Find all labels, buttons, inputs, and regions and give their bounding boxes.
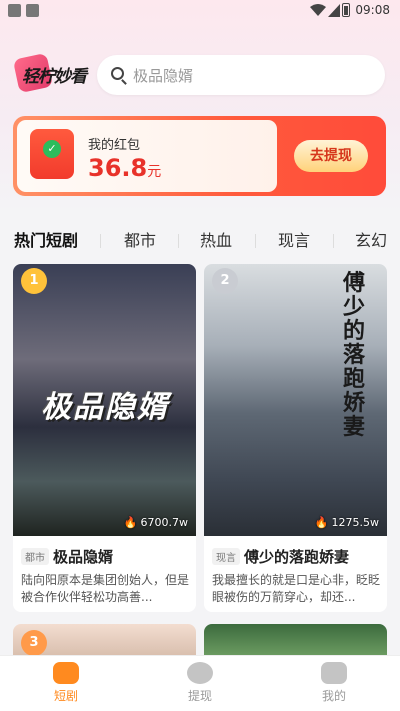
card-meta: 现言 傅少的落跑娇妻 xyxy=(212,546,382,567)
card-meta: 都市 极品隐婿 xyxy=(21,546,191,567)
drama-poster: 2 傅少的落跑娇妻 🔥 1275.5w xyxy=(204,264,387,536)
poster-title: 极品隐婿 xyxy=(41,390,169,425)
drama-description: 我最擅长的就是口是心非，眨眨眼被伤的万箭穿心，却还... xyxy=(212,573,380,604)
tab-divider xyxy=(178,234,179,248)
search-placeholder: 极品隐婿 xyxy=(133,67,194,85)
nav-withdraw[interactable]: 提现 xyxy=(160,662,240,704)
red-packet-icon: ✓ xyxy=(30,129,74,179)
rank-badge: 1 xyxy=(21,268,47,294)
bottom-nav: 短剧 提现 我的 xyxy=(0,655,400,711)
nav-label: 短剧 xyxy=(53,689,78,703)
wallet-card[interactable]: ✓ 我的红包 36.8元 去提现 xyxy=(13,116,386,196)
status-bar: 09:08 xyxy=(0,0,400,22)
tab-divider xyxy=(255,234,256,248)
drama-title: 极品隐婿 xyxy=(53,548,114,566)
wallet-unit: 元 xyxy=(147,164,162,180)
drama-card[interactable]: 1 极品隐婿 🔥 6700.7w 都市 极品隐婿 陆向阳原本是集团创始人，但是被合作… xyxy=(13,264,196,612)
poster-title: 傅少的落跑娇妻 xyxy=(343,271,366,440)
nav-profile[interactable]: 我的 xyxy=(294,662,374,704)
fire-icon: 🔥 xyxy=(314,516,329,529)
battery-icon xyxy=(342,3,350,17)
nav-drama[interactable]: 短剧 xyxy=(26,662,106,704)
logo-text: 轻柠妙看 xyxy=(22,67,87,87)
tab-city[interactable]: 都市 xyxy=(124,227,156,251)
view-count-value: 1275.5w xyxy=(331,516,380,529)
tab-divider xyxy=(100,234,101,248)
tab-romance[interactable]: 现言 xyxy=(278,227,310,251)
wallet-icon xyxy=(187,662,213,684)
fire-icon: 🔥 xyxy=(123,516,138,529)
check-seal-icon: ✓ xyxy=(43,140,61,158)
signal-icon xyxy=(328,4,340,17)
category-tabs: 热门短剧 都市 热血 现言 玄幻 xyxy=(0,222,400,256)
view-count: 🔥 1275.5w xyxy=(315,516,379,529)
drama-poster: 1 极品隐婿 🔥 6700.7w xyxy=(13,264,196,536)
play-icon xyxy=(53,662,79,684)
tab-hot[interactable]: 热门短剧 xyxy=(14,227,78,251)
genre-tag: 都市 xyxy=(21,548,49,565)
tab-passion[interactable]: 热血 xyxy=(200,227,232,251)
wifi-icon xyxy=(310,4,326,16)
view-count-value: 6700.7w xyxy=(140,516,189,529)
wallet-label: 我的红包 xyxy=(88,138,141,153)
drama-title: 傅少的落跑娇妻 xyxy=(244,548,350,566)
notification-icon xyxy=(8,4,21,17)
nav-label: 提现 xyxy=(187,689,212,703)
withdraw-button[interactable]: 去提现 xyxy=(294,140,368,172)
rank-badge: 2 xyxy=(212,268,238,294)
profile-icon xyxy=(321,662,347,684)
genre-tag: 现言 xyxy=(212,548,240,565)
rank-badge: 3 xyxy=(21,630,47,656)
status-time: 09:08 xyxy=(355,3,390,17)
search-icon xyxy=(111,67,124,80)
drama-description: 陆向阳原本是集团创始人，但是被合作伙伴轻松功高善... xyxy=(21,573,189,604)
tab-divider xyxy=(333,234,334,248)
app-logo: 轻柠妙看 xyxy=(12,52,88,94)
image-icon xyxy=(26,4,39,17)
wallet-amount: 36.8 xyxy=(88,154,148,182)
nav-label: 我的 xyxy=(321,689,346,703)
tab-fantasy[interactable]: 玄幻 xyxy=(355,227,387,251)
wallet-amount-row: 36.8元 xyxy=(88,154,161,182)
drama-card[interactable]: 2 傅少的落跑娇妻 🔥 1275.5w 现言 傅少的落跑娇妻 我最擅长的就是口是心非… xyxy=(204,264,387,612)
view-count: 🔥 6700.7w xyxy=(124,516,188,529)
search-bar[interactable]: 极品隐婿 xyxy=(97,55,385,95)
